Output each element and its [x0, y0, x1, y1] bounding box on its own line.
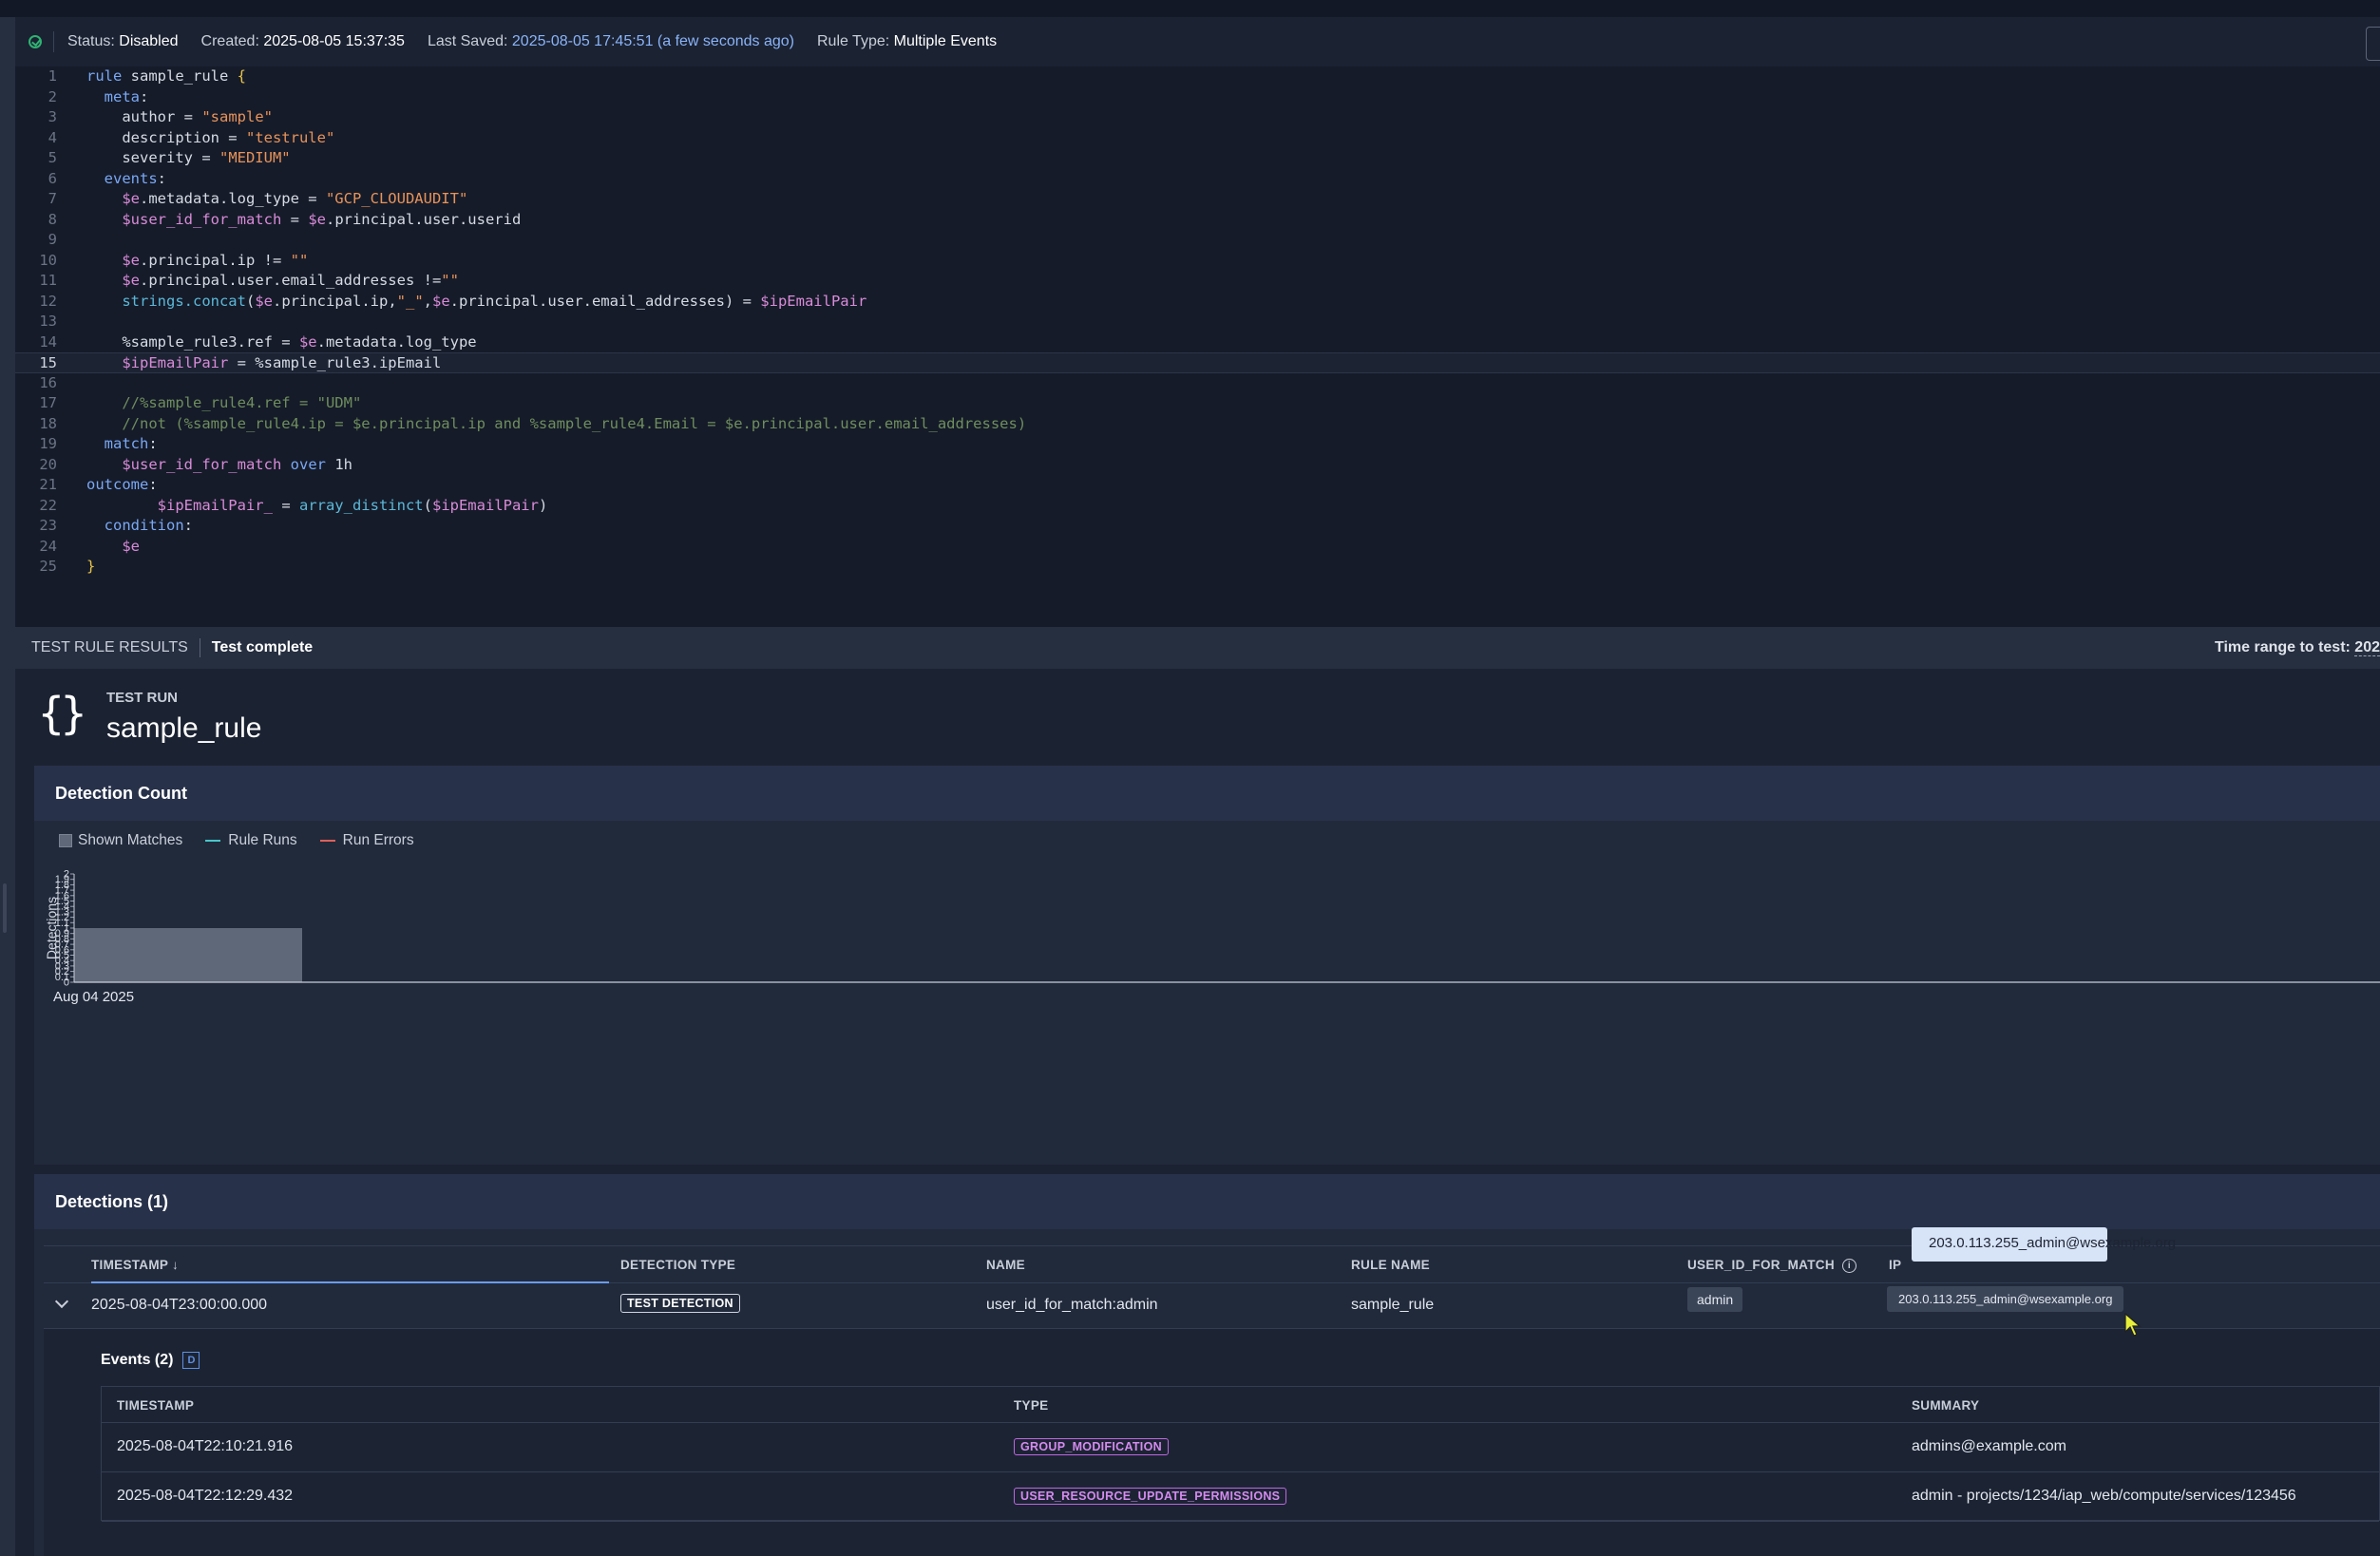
divider	[53, 31, 54, 52]
ip-email-chip[interactable]: 203.0.113.255_admin@wsexample.org	[1887, 1286, 2124, 1312]
ip-tooltip: 203.0.113.255_admin@wsexample.org	[1912, 1227, 2176, 1262]
code-line: 24 $e	[39, 537, 140, 555]
code-line: 11 $e.principal.user.email_addresses !="…	[39, 272, 459, 289]
event-row[interactable]: 2025-08-04T22:10:21.916 GROUP_MODIFICATI…	[102, 1423, 2379, 1472]
chevron-down-icon[interactable]	[54, 1294, 69, 1309]
event-summary: admin - projects/1234/iap_web/compute/se…	[1912, 1488, 2296, 1504]
panel-title: Detection Count	[34, 766, 2380, 821]
info-icon[interactable]: i	[1841, 1258, 1856, 1273]
code-line: 20 $user_id_for_match over 1h	[39, 455, 352, 473]
code-line: 5 severity = "MEDIUM"	[48, 149, 291, 166]
code-line: 13	[39, 313, 57, 330]
col-timestamp[interactable]: TIMESTAMP ↓	[91, 1258, 609, 1283]
code-line: 2 meta:	[48, 87, 149, 105]
chart-svg: 00.10.20.30.40.50.60.70.80.911.11.21.31.…	[44, 869, 2380, 1005]
event-timestamp: 2025-08-04T22:12:29.432	[117, 1488, 294, 1504]
chart-legend: Shown Matches Rule Runs Run Errors	[59, 832, 414, 849]
code-line: 3 author = "sample"	[48, 108, 273, 125]
code-line: 19 match:	[39, 435, 158, 452]
test-results-bar: TEST RULE RESULTS Test complete Time ran…	[15, 627, 2380, 669]
code-line-active: 15 $ipEmailPair = %sample_rule3.ipEmail	[15, 352, 2380, 373]
left-gutter	[0, 17, 15, 1556]
status-value: Disabled	[119, 33, 179, 49]
event-row[interactable]: 2025-08-04T22:12:29.432 USER_RESOURCE_UP…	[102, 1472, 2379, 1522]
code-line: 4 description = "testrule"	[48, 128, 335, 146]
mouse-cursor-icon	[2124, 1313, 2142, 1337]
legend-swatch-run-errors	[319, 840, 335, 842]
code-line: 17 //%sample_rule4.ref = "UDM"	[39, 394, 362, 411]
col-ip[interactable]: IP	[1889, 1258, 1901, 1272]
code-line: 21 outcome:	[39, 476, 158, 493]
created-info: Created: 2025-08-05 15:37:35	[200, 33, 405, 49]
events-section: Events (2) D TIMESTAMP TYPE SUMMARY 2025-…	[44, 1329, 2380, 1556]
results-status: Test complete	[211, 639, 314, 655]
x-tick-label: Aug 04 2025	[53, 989, 134, 1005]
resize-handle[interactable]	[3, 883, 7, 933]
code-line: 14 %sample_rule3.ref = $e.metadata.log_t…	[39, 332, 477, 351]
event-summary: admins@example.com	[1912, 1438, 2066, 1454]
code-line: 18 //not (%sample_rule4.ip = $e.principa…	[39, 414, 1027, 432]
detection-type-badge: TEST DETECTION	[620, 1294, 740, 1313]
detection-row[interactable]: 2025-08-04T23:00:00.000 TEST DETECTION u…	[44, 1283, 2380, 1329]
legend-rule-runs[interactable]: Rule Runs	[228, 832, 296, 849]
events-table-header: TIMESTAMP TYPE SUMMARY	[102, 1387, 2379, 1423]
col-detection-type[interactable]: DETECTION TYPE	[620, 1258, 735, 1272]
events-badge[interactable]: D	[182, 1352, 200, 1369]
events-title: Events (2) D	[101, 1352, 200, 1369]
y-axis-label: Detections	[44, 897, 59, 959]
code-line: 23 condition:	[39, 517, 194, 534]
col-name[interactable]: NAME	[986, 1258, 1025, 1272]
detection-count-chart: 0 0.1 0.2 0.3 0.4 0.5 0.6 0.7 0.8 0.9 1 1.1 1.2 1.3 1.…	[34, 861, 2380, 1051]
created-value: 2025-08-05 15:37:35	[263, 33, 405, 49]
code-line: 1 rule sample_rule {	[48, 67, 246, 85]
check-circle-icon	[29, 35, 42, 48]
code-line: 12 strings.concat($e.principal.ip,"_",$e…	[39, 292, 867, 310]
code-line: 25}	[39, 558, 96, 575]
code-line: 7 $e.metadata.log_type = "GCP_CLOUDAUDIT…	[48, 190, 468, 207]
rule-code-editor[interactable]: 1 rule sample_rule { 2 meta: 3 author = "…	[15, 66, 2380, 627]
detection-name: user_id_for_match:admin	[986, 1297, 1158, 1313]
code-line: 6 events:	[48, 169, 167, 187]
event-type-badge: GROUP_MODIFICATION	[1014, 1438, 1169, 1455]
bar-shown-matches	[74, 928, 302, 982]
braces-icon: {}	[38, 688, 86, 739]
col-event-timestamp[interactable]: TIMESTAMP	[117, 1398, 194, 1413]
test-run-header: {} TEST RUN sample_rule	[15, 669, 2380, 762]
code-line: 22 $ipEmailPair_ = array_distinct($ipEma…	[39, 496, 548, 514]
legend-swatch-shown-matches	[59, 834, 72, 847]
time-range-value[interactable]: 202	[2354, 639, 2380, 656]
rule-status-bar: Status: Disabled Created: 2025-08-05 15:…	[15, 17, 2380, 67]
event-timestamp: 2025-08-04T22:10:21.916	[117, 1438, 294, 1454]
event-type-badge: USER_RESOURCE_UPDATE_PERMISSIONS	[1014, 1488, 1287, 1505]
col-user-id-for-match[interactable]: USER_ID_FOR_MATCH i	[1687, 1258, 1856, 1273]
code-line: 8 $user_id_for_match = $e.principal.user…	[48, 210, 522, 228]
side-panel-toggle[interactable]	[2366, 27, 2380, 61]
test-run-rule-name: sample_rule	[106, 712, 262, 744]
last-saved-info: Last Saved: 2025-08-05 17:45:51 (a few s…	[427, 33, 794, 49]
col-event-summary[interactable]: SUMMARY	[1912, 1398, 1979, 1413]
rule-type-info: Rule Type: Multiple Events	[816, 33, 998, 49]
code-line: 9	[48, 231, 57, 248]
detections-title: Detections (1)	[34, 1174, 2380, 1229]
last-saved-value: 2025-08-05 17:45:51 (a few seconds ago)	[511, 33, 794, 49]
user-id-chip[interactable]: admin	[1687, 1287, 1743, 1312]
top-bar	[0, 0, 2380, 18]
code-line: 10 $e.principal.ip != ""	[39, 251, 309, 269]
detection-timestamp: 2025-08-04T23:00:00.000	[91, 1297, 268, 1313]
status-info: Status: Disabled	[67, 33, 179, 49]
results-title: TEST RULE RESULTS	[31, 639, 188, 655]
rule-type-value: Multiple Events	[893, 33, 998, 49]
events-table: TIMESTAMP TYPE SUMMARY 2025-08-04T22:10:…	[101, 1386, 2380, 1522]
col-event-type[interactable]: TYPE	[1014, 1398, 1048, 1413]
y-tick-label: 2	[64, 869, 69, 881]
detection-count-panel: Detection Count Shown Matches Rule Runs …	[34, 766, 2380, 1165]
legend-swatch-rule-runs	[205, 840, 221, 842]
legend-shown-matches[interactable]: Shown Matches	[78, 832, 182, 849]
detection-rule-name[interactable]: sample_rule	[1351, 1297, 1434, 1314]
test-run-caption: TEST RUN	[106, 690, 178, 706]
time-range[interactable]: Time range to test: 202	[2215, 639, 2380, 656]
code-line: 16	[39, 373, 57, 391]
col-rule-name[interactable]: RULE NAME	[1351, 1258, 1430, 1272]
legend-run-errors[interactable]: Run Errors	[343, 832, 414, 849]
